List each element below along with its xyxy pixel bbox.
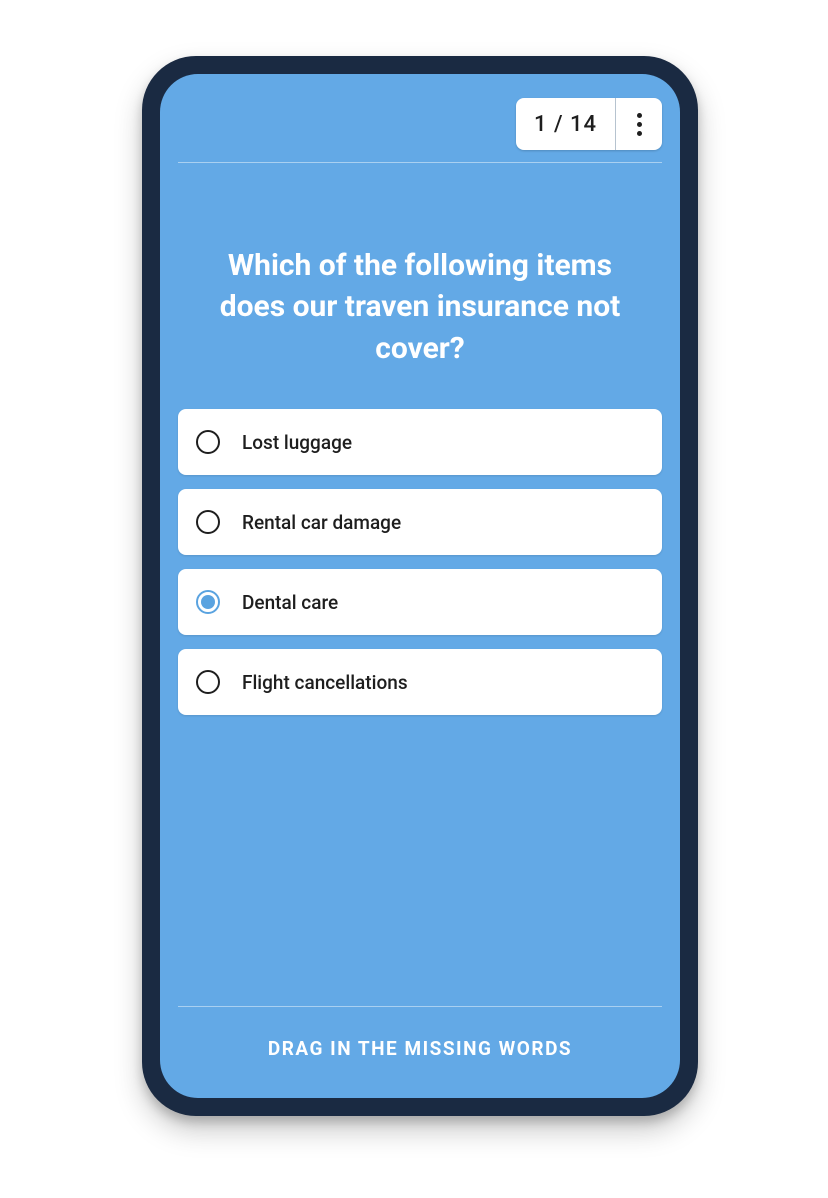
option-label: Flight cancellations — [242, 671, 408, 694]
option-dental-care[interactable]: Dental care — [178, 569, 662, 635]
option-label: Rental car damage — [242, 511, 401, 534]
footer-hint[interactable]: DRAG IN THE MISSING WORDS — [178, 1037, 662, 1060]
option-flight-cancellations[interactable]: Flight cancellations — [178, 649, 662, 715]
question-text: Which of the following items does our tr… — [194, 245, 646, 369]
option-lost-luggage[interactable]: Lost luggage — [178, 409, 662, 475]
stage: 1 / 14 Which of the following items does… — [0, 0, 828, 1198]
footer-area: DRAG IN THE MISSING WORDS — [160, 1006, 680, 1098]
radio-icon-selected — [196, 590, 220, 614]
question-container: Which of the following items does our tr… — [160, 163, 680, 403]
phone-frame: 1 / 14 Which of the following items does… — [142, 56, 698, 1116]
radio-icon — [196, 430, 220, 454]
radio-icon — [196, 670, 220, 694]
app-screen: 1 / 14 Which of the following items does… — [160, 74, 680, 1098]
radio-icon — [196, 510, 220, 534]
option-label: Dental care — [242, 591, 338, 614]
divider-bottom — [178, 1006, 662, 1007]
options-list: Lost luggage Rental car damage Dental ca… — [160, 403, 680, 715]
progress-indicator: 1 / 14 — [516, 112, 615, 137]
progress-chip: 1 / 14 — [516, 98, 662, 150]
option-rental-car-damage[interactable]: Rental car damage — [178, 489, 662, 555]
option-label: Lost luggage — [242, 431, 352, 454]
overflow-menu-button[interactable] — [616, 98, 662, 150]
header-row: 1 / 14 — [160, 74, 680, 156]
kebab-icon — [637, 113, 642, 136]
